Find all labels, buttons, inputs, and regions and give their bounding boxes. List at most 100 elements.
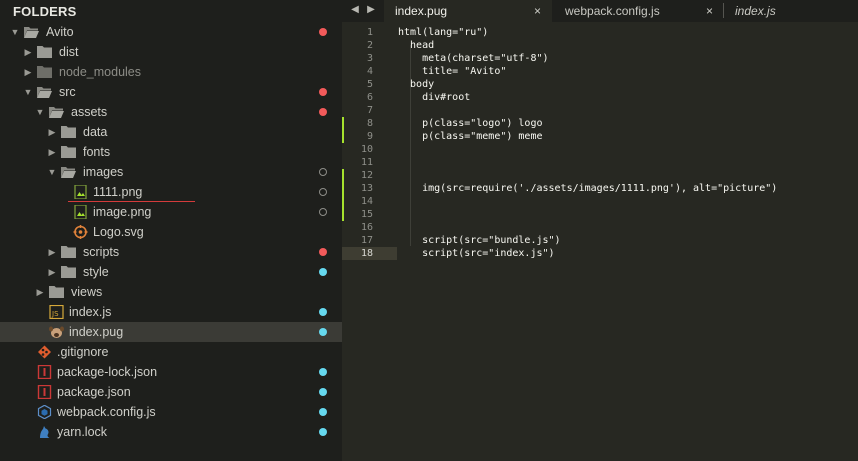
line-number: 7 — [366, 105, 373, 116]
chevron-down-icon[interactable]: ▼ — [10, 22, 20, 42]
code-editor[interactable]: 1 html(lang="ru") 2 head 3 meta(charset="ut… — [342, 22, 858, 461]
tree-item-label: assets — [71, 105, 108, 119]
tab-webpack-config[interactable]: webpack.config.js × — [553, 0, 721, 22]
tree-item-package-lock-json[interactable]: package-lock.json — [0, 362, 342, 382]
code-line[interactable]: 14 — [342, 195, 858, 208]
tree-item-avito[interactable]: ▼ Avito — [0, 22, 342, 42]
js-file-icon: JS — [49, 305, 64, 319]
close-icon[interactable]: × — [706, 1, 713, 21]
tree-item-scripts[interactable]: ▶ scripts — [0, 242, 342, 262]
tree-item-dist[interactable]: ▶ dist — [0, 42, 342, 62]
tree-item-index-pug[interactable]: index.pug — [0, 322, 342, 342]
chevron-right-icon[interactable]: ▶ — [47, 262, 57, 282]
tree-item-logo-svg[interactable]: Logo.svg — [0, 222, 342, 242]
tree-item-webpack-config-js[interactable]: webpack.config.js — [0, 402, 342, 422]
sidebar-title: FOLDERS — [13, 4, 77, 19]
npm-file-icon — [37, 385, 52, 399]
folder-open-icon — [24, 27, 39, 38]
code-line[interactable]: 16 — [342, 221, 858, 234]
chevron-right-icon[interactable]: ▶ — [47, 122, 57, 142]
folder-icon — [49, 286, 64, 298]
tree-item-package-json[interactable]: package.json — [0, 382, 342, 402]
tab-index-pug[interactable]: index.pug × — [384, 0, 552, 22]
status-modified-dot — [319, 248, 327, 256]
status-untracked-dot — [319, 368, 327, 376]
folder-icon — [61, 146, 76, 158]
code-text[interactable]: head — [398, 39, 434, 52]
folder-open-icon — [37, 87, 52, 98]
code-line[interactable]: 1 html(lang="ru") — [342, 26, 858, 39]
tree-item-image-png[interactable]: image.png — [0, 202, 342, 222]
code-line[interactable]: 6 div#root — [342, 91, 858, 104]
tree-item-label: .gitignore — [57, 345, 109, 359]
tree-item-views[interactable]: ▶ views — [0, 282, 342, 302]
code-text[interactable]: p(class="meme") meme — [398, 130, 542, 143]
chevron-down-icon[interactable]: ▼ — [35, 102, 45, 122]
status-untracked-dot — [319, 308, 327, 316]
code-text[interactable]: img(src=require('./assets/images/1111.pn… — [398, 182, 777, 195]
line-number: 16 — [360, 222, 373, 233]
tree-item-label: webpack.config.js — [57, 405, 156, 419]
line-number: 4 — [366, 66, 373, 77]
code-text[interactable]: html(lang="ru") — [398, 26, 488, 39]
code-line[interactable]: 13 img(src=require('./assets/images/1111… — [342, 182, 858, 195]
tree-item-yarn-lock[interactable]: yarn.lock — [0, 422, 342, 442]
tab-index-js[interactable]: index.js — [724, 0, 858, 22]
code-text[interactable]: div#root — [398, 91, 470, 104]
chevron-right-icon[interactable]: ▶ — [23, 62, 33, 82]
code-text[interactable]: p(class="logo") logo — [398, 117, 542, 130]
tab-bar: ◀ ▶ index.pug × webpack.config.js × inde… — [342, 0, 858, 22]
code-line[interactable]: 15 — [342, 208, 858, 221]
code-line[interactable]: 17 script(src="bundle.js") — [342, 234, 858, 247]
code-line[interactable]: 5 body — [342, 78, 858, 91]
tree-item-data[interactable]: ▶ data — [0, 122, 342, 142]
line-number: 17 — [360, 235, 373, 246]
line-number: 18 — [360, 248, 373, 259]
tree-item-1111-png[interactable]: 1111.png — [0, 182, 342, 202]
yarn-file-icon — [40, 426, 50, 438]
code-text[interactable]: script(src="index.js") — [398, 247, 554, 260]
code-line[interactable]: 12 — [342, 169, 858, 182]
tree-item-fonts[interactable]: ▶ fonts — [0, 142, 342, 162]
status-untracked-dot — [319, 428, 327, 436]
tree-item-style[interactable]: ▶ style — [0, 262, 342, 282]
tree-item-images[interactable]: ▼ images — [0, 162, 342, 182]
svg-text:JS: JS — [51, 310, 59, 318]
chevron-right-icon[interactable]: ▶ — [47, 142, 57, 162]
status-modified-dot — [319, 28, 327, 36]
code-line[interactable]: 8 p(class="logo") logo — [342, 117, 858, 130]
tree-item-index-js[interactable]: JS index.js — [0, 302, 342, 322]
code-line[interactable]: 3 meta(charset="utf-8") — [342, 52, 858, 65]
tab-prev-button[interactable]: ◀ — [348, 1, 362, 19]
line-number: 14 — [360, 196, 373, 207]
chevron-right-icon[interactable]: ▶ — [47, 242, 57, 262]
chevron-right-icon[interactable]: ▶ — [23, 42, 33, 62]
code-text[interactable]: body — [398, 78, 434, 91]
code-text[interactable]: script(src="bundle.js") — [398, 234, 560, 247]
code-text[interactable]: title= "Avito" — [398, 65, 506, 78]
tab-next-button[interactable]: ▶ — [364, 1, 378, 19]
code-line[interactable]: 9 p(class="meme") meme — [342, 130, 858, 143]
tree-item-gitignore[interactable]: .gitignore — [0, 342, 342, 362]
code-line[interactable]: 2 head — [342, 39, 858, 52]
status-ignored-dot — [319, 168, 327, 176]
tab-label: webpack.config.js — [565, 4, 660, 18]
tree-item-assets[interactable]: ▼ assets — [0, 102, 342, 122]
code-text[interactable]: meta(charset="utf-8") — [398, 52, 548, 65]
chevron-right-icon[interactable]: ▶ — [35, 282, 45, 302]
folder-icon — [61, 246, 76, 258]
tree-item-label: images — [83, 165, 124, 179]
code-line[interactable]: 10 — [342, 143, 858, 156]
code-line[interactable]: 4 title= "Avito" — [342, 65, 858, 78]
tree-item-label: scripts — [83, 245, 120, 259]
webpack-file-icon — [37, 405, 52, 419]
tree-item-src[interactable]: ▼ src — [0, 82, 342, 102]
tree-item-label: yarn.lock — [57, 425, 108, 439]
chevron-down-icon[interactable]: ▼ — [47, 162, 57, 182]
tree-item-node-modules[interactable]: ▶ node_modules — [0, 62, 342, 82]
chevron-down-icon[interactable]: ▼ — [23, 82, 33, 102]
code-line[interactable]: 11 — [342, 156, 858, 169]
close-icon[interactable]: × — [534, 1, 541, 21]
code-line[interactable]: 18 script(src="index.js") — [342, 247, 858, 260]
code-line[interactable]: 7 — [342, 104, 858, 117]
